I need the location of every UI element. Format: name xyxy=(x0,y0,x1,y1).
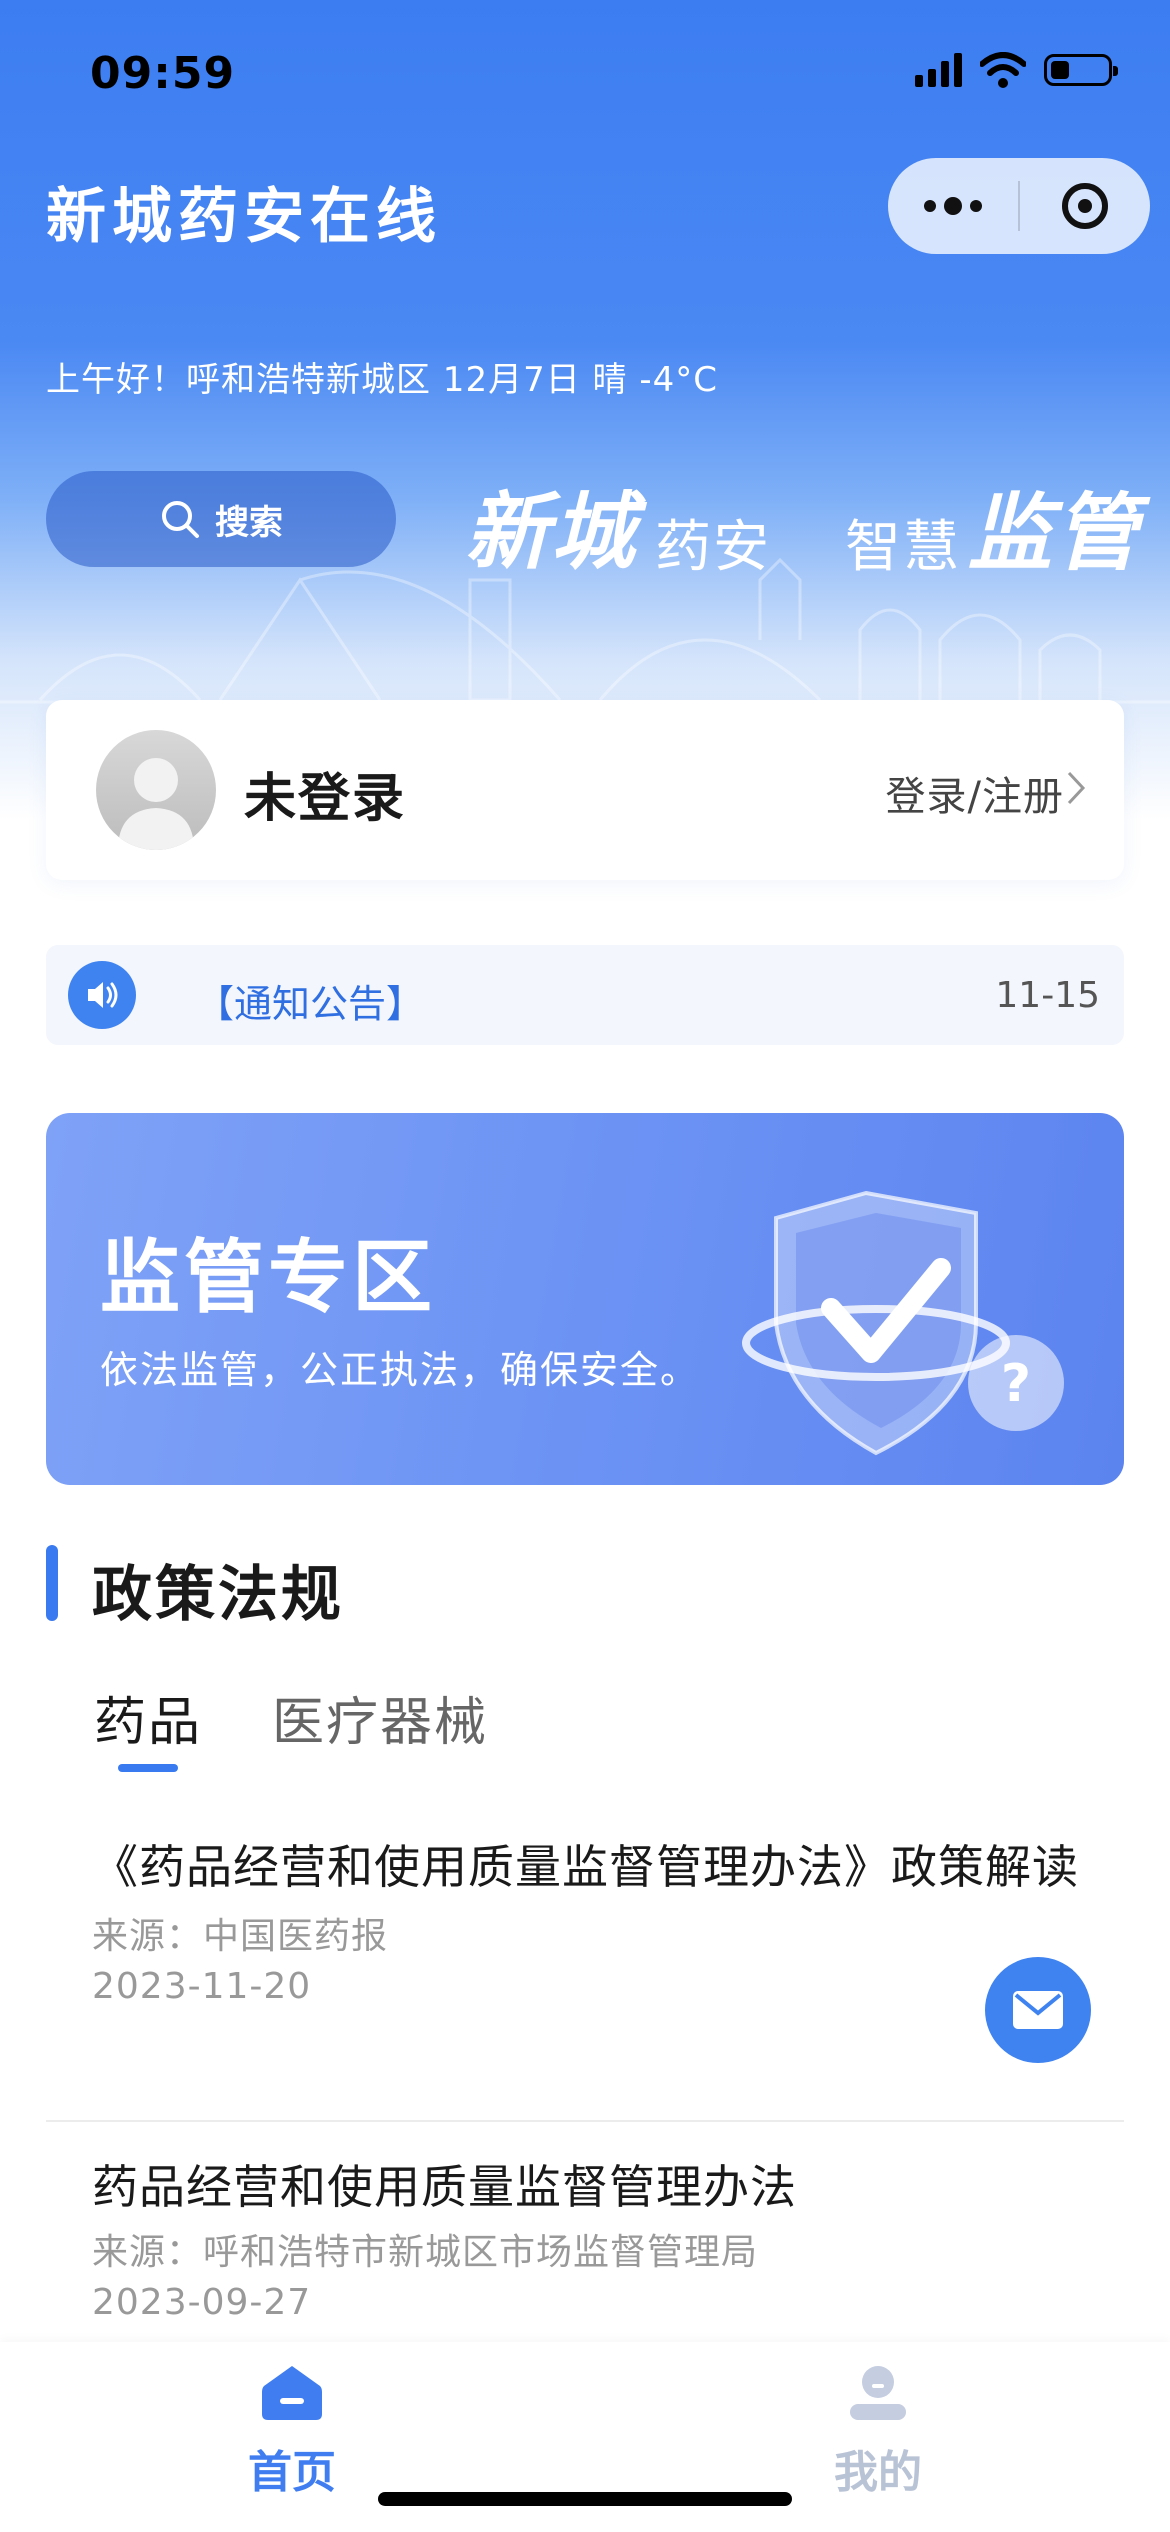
search-icon xyxy=(162,501,199,538)
banner-slogan-script: 监管 xyxy=(968,483,1141,582)
article-source: 来源：呼和浩特市新城区市场监督管理局 xyxy=(92,2232,759,2273)
chevron-right-icon xyxy=(1067,771,1086,805)
tab-drugs[interactable]: 药品 xyxy=(94,1680,202,1755)
article-source: 来源：中国医药报 xyxy=(92,1916,389,1957)
home-indicator xyxy=(378,2492,792,2506)
zone-title: 监管专区 xyxy=(100,1231,436,1324)
article-title: 药品经营和使用质量监督管理办法 xyxy=(92,2160,797,2214)
page-title: 新城药安在线 xyxy=(46,182,442,252)
tabbar-item-mine[interactable]: 我的 xyxy=(728,2362,1028,2500)
tabbar-label-home: 首页 xyxy=(248,2447,336,2498)
greeting-text: 上午好！呼和浩特新城区 12月7日 晴 -4°C xyxy=(46,360,718,400)
banner-slogan-plain: 智慧 xyxy=(845,515,961,580)
banner-brand-script: 新城 xyxy=(465,482,638,581)
avatar xyxy=(96,730,216,850)
user-name: 未登录 xyxy=(244,769,407,829)
article-item[interactable]: 《药品经营和使用质量监督管理办法》政策解读 来源：中国医药报 2023-11-2… xyxy=(92,1832,1082,2012)
article-item[interactable]: 药品经营和使用质量监督管理办法 来源：呼和浩特市新城区市场监督管理局 2023-… xyxy=(92,2152,1082,2328)
profile-icon xyxy=(850,2366,906,2420)
svg-text:?: ? xyxy=(1001,1354,1031,1414)
article-title: 《药品经营和使用质量监督管理办法》政策解读 xyxy=(92,1840,1079,1894)
mail-fab-button[interactable] xyxy=(985,1957,1091,2063)
mini-program-capsule xyxy=(888,158,1150,254)
wifi-icon xyxy=(980,52,1026,88)
active-tab-indicator xyxy=(118,1764,178,1772)
zone-subtitle: 依法监管，公正执法，确保安全。 xyxy=(100,1348,701,1392)
notice-date: 11-15 xyxy=(995,975,1100,1016)
section-title: 政策法规 xyxy=(92,1560,344,1630)
article-divider xyxy=(46,2120,1124,2122)
tabbar-label-mine: 我的 xyxy=(834,2447,922,2498)
notice-bar[interactable]: 【通知公告】 11-15 xyxy=(46,945,1124,1045)
mail-icon xyxy=(1013,1991,1063,2029)
article-date: 2023-11-20 xyxy=(92,1966,312,2007)
section-accent-bar xyxy=(46,1545,58,1621)
home-icon xyxy=(262,2366,322,2420)
status-time: 09:59 xyxy=(90,48,236,99)
tab-medical-devices[interactable]: 医疗器械 xyxy=(272,1680,488,1755)
article-date: 2023-09-27 xyxy=(92,2282,312,2323)
login-register-link[interactable]: 登录/注册 xyxy=(886,764,1064,822)
supervision-zone-banner[interactable]: 监管专区 依法监管，公正执法，确保安全。 ? xyxy=(46,1113,1124,1485)
shield-check-icon: ? xyxy=(742,1190,1064,1456)
search-button[interactable]: 搜索 xyxy=(46,471,396,567)
banner-brand-plain: 药安 xyxy=(655,515,771,580)
more-dots-icon[interactable] xyxy=(888,158,1018,254)
battery-icon xyxy=(1044,54,1118,86)
login-card[interactable]: 未登录 登录/注册 xyxy=(46,700,1124,880)
tabbar-item-home[interactable]: 首页 xyxy=(142,2362,442,2500)
speaker-icon xyxy=(68,961,136,1029)
notice-tag: 【通知公告】 xyxy=(196,982,425,1026)
status-icons xyxy=(915,52,1118,88)
target-icon[interactable] xyxy=(1020,158,1150,254)
cellular-signal-icon xyxy=(915,53,962,87)
search-label: 搜索 xyxy=(215,502,283,543)
